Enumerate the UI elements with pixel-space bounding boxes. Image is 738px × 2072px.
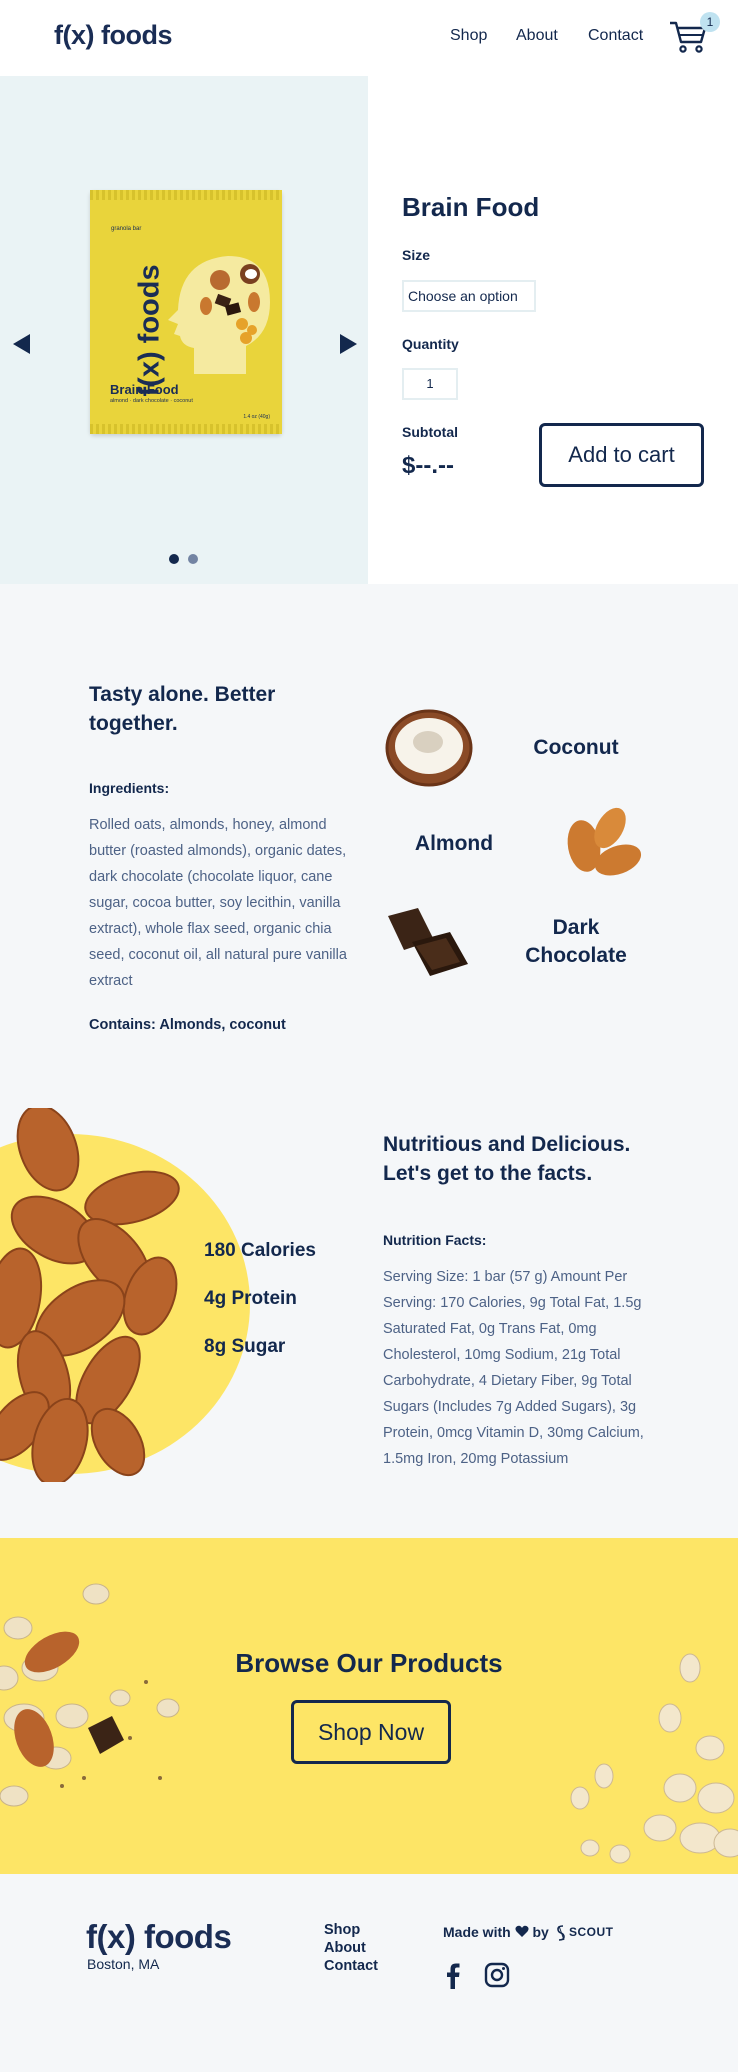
heart-icon <box>515 1925 529 1937</box>
almonds-pile-image <box>0 1108 180 1482</box>
instagram-icon[interactable] <box>484 1962 510 1988</box>
by-text: by <box>532 1924 549 1940</box>
site-header: f(x) foods Shop About Contact 1 <box>0 0 738 76</box>
quantity-input[interactable]: 1 <box>402 368 458 400</box>
pack-crimp-bottom <box>90 424 282 434</box>
arrow-right-icon[interactable] <box>338 332 360 356</box>
almond-icon <box>567 807 642 876</box>
nav-contact[interactable]: Contact <box>588 27 643 45</box>
nav-shop[interactable]: Shop <box>450 27 487 45</box>
pack-small-label: granola bar <box>111 226 142 232</box>
dark-chocolate-label: Dark Chocolate <box>525 916 627 967</box>
nutrition-heading: Nutritious and Delicious. Let's get to t… <box>383 1133 631 1185</box>
purchase-panel <box>368 76 738 584</box>
size-label: Size <box>402 247 431 263</box>
nutrition-text: Serving Size: 1 bar (57 g) Amount Per Se… <box>383 1269 644 1467</box>
almond-label: Almond <box>414 832 494 855</box>
carousel-dot-2[interactable] <box>188 554 198 564</box>
facebook-icon[interactable] <box>446 1963 460 1989</box>
footer-link-contact[interactable]: Contact <box>324 1958 378 1974</box>
footer-link-shop[interactable]: Shop <box>324 1922 360 1938</box>
contains-text: Contains: Almonds, coconut <box>89 1017 286 1033</box>
made-with-text: Made with <box>443 1924 511 1940</box>
protein-stat: 4g Protein <box>204 1288 297 1309</box>
pack-crimp-top <box>90 190 282 200</box>
subtotal-value: $--.-- <box>402 452 454 479</box>
add-to-cart-button[interactable]: Add to cart <box>539 423 704 487</box>
product-title: Brain Food <box>402 192 540 222</box>
sugar-stat: 8g Sugar <box>204 1336 286 1357</box>
nav-about[interactable]: About <box>516 27 558 45</box>
browse-heading: Browse Our Products <box>235 1648 503 1678</box>
scout-icon <box>557 1925 565 1941</box>
granola-left-image <box>0 1583 180 1807</box>
pack-product-name: Brain Food <box>110 382 179 397</box>
made-with-label: Made with by <box>443 1924 549 1940</box>
dark-chocolate-icon <box>388 908 468 976</box>
page: f(x) foods Shop About Contact 1 granola … <box>0 0 738 2072</box>
footer-city: Boston, MA <box>87 1956 160 1972</box>
nutrition-subheading: Nutrition Facts: <box>383 1232 487 1248</box>
size-select[interactable]: Choose an option <box>402 280 536 312</box>
scout-text[interactable]: SCOUT <box>569 1925 614 1939</box>
head-silhouette-graphic <box>168 256 270 374</box>
quantity-label: Quantity <box>402 336 459 352</box>
shop-now-button[interactable]: Shop Now <box>291 1700 451 1764</box>
ingredients-heading: Tasty alone. Better together. <box>89 683 276 735</box>
pack-weight: 1.4 oz (40g) <box>243 414 270 420</box>
cart-count-badge: 1 <box>700 12 720 32</box>
ingredients-subheading: Ingredients: <box>89 780 170 796</box>
carousel-dot-1[interactable] <box>169 554 179 564</box>
product-image: granola bar f(x) foods Brain Food almond… <box>90 190 282 434</box>
coconut-label: Coconut <box>533 736 619 759</box>
site-logo[interactable]: f(x) foods <box>54 20 172 51</box>
subtotal-label: Subtotal <box>402 424 458 440</box>
coconut-icon <box>385 709 473 787</box>
ingredients-text: Rolled oats, almonds, honey, almond butt… <box>89 817 347 989</box>
footer-link-about[interactable]: About <box>324 1940 366 1956</box>
calories-stat: 180 Calories <box>204 1240 316 1261</box>
pack-ingredients-line: almond · dark chocolate · coconut <box>110 398 193 404</box>
footer-logo[interactable]: f(x) foods <box>86 1918 232 1956</box>
arrow-left-icon[interactable] <box>10 332 32 356</box>
